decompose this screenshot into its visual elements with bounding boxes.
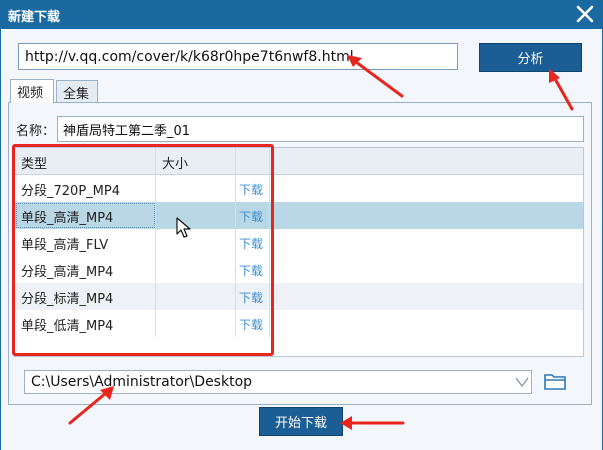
- table-row[interactable]: 分段_720P_MP4 下载: [15, 175, 583, 202]
- table-row[interactable]: 单段_高清_FLV 下载: [15, 229, 583, 256]
- chevron-down-icon[interactable]: [513, 372, 531, 392]
- row-type-cell: 单段_高清_FLV: [15, 229, 156, 256]
- format-table: 类型 大小 分段_720P_MP4 下载 单段_高清_MP4 下载 单段_高清_…: [14, 147, 584, 357]
- download-link[interactable]: 下载: [236, 229, 270, 256]
- row-type-cell: 单段_高清_MP4: [15, 202, 156, 229]
- url-input[interactable]: [18, 43, 458, 70]
- analyze-button[interactable]: 分析: [479, 43, 582, 72]
- row-size-cell: [156, 283, 236, 310]
- row-filler: [270, 283, 583, 310]
- tab-full-series[interactable]: 全集: [56, 80, 98, 102]
- table-row[interactable]: 分段_标清_MP4 下载: [15, 283, 583, 310]
- row-size-cell: [156, 229, 236, 256]
- download-link[interactable]: 下载: [236, 202, 270, 229]
- download-link[interactable]: 下载: [236, 283, 270, 310]
- table-header: 类型 大小: [15, 148, 583, 175]
- start-download-button[interactable]: 开始下载: [259, 407, 343, 436]
- name-label: 名称：: [16, 124, 56, 139]
- title-bar: 新建下载: [0, 0, 603, 29]
- row-filler: [270, 256, 583, 283]
- window-title: 新建下载: [8, 10, 61, 25]
- row-size-cell: [156, 310, 236, 337]
- table-row[interactable]: 单段_低清_MP4 下载: [15, 310, 583, 337]
- folder-icon[interactable]: [543, 370, 567, 392]
- row-type-cell: 分段_高清_MP4: [15, 256, 156, 283]
- row-type-cell: 分段_720P_MP4: [15, 175, 156, 202]
- download-link[interactable]: 下载: [236, 256, 270, 283]
- row-type-cell: 单段_低清_MP4: [15, 310, 156, 337]
- tab-video[interactable]: 视频: [10, 79, 54, 103]
- table-row[interactable]: 分段_高清_MP4 下载: [15, 256, 583, 283]
- row-size-cell: [156, 256, 236, 283]
- row-filler: [270, 229, 583, 256]
- column-header-filler: [270, 148, 583, 174]
- row-size-cell: [156, 202, 236, 229]
- row-filler: [270, 175, 583, 202]
- download-link[interactable]: 下载: [236, 310, 270, 337]
- row-type-cell: 分段_标清_MP4: [15, 283, 156, 310]
- download-link[interactable]: 下载: [236, 175, 270, 202]
- column-header-type[interactable]: 类型: [15, 148, 156, 174]
- name-field[interactable]: [57, 116, 584, 142]
- row-filler: [270, 202, 583, 229]
- column-header-action: [236, 148, 270, 174]
- close-icon[interactable]: [573, 2, 597, 26]
- row-filler: [270, 310, 583, 337]
- save-path-select[interactable]: [24, 370, 532, 394]
- column-header-size[interactable]: 大小: [156, 148, 236, 174]
- table-row-selected[interactable]: 单段_高清_MP4 下载: [15, 202, 583, 229]
- row-size-cell: [156, 175, 236, 202]
